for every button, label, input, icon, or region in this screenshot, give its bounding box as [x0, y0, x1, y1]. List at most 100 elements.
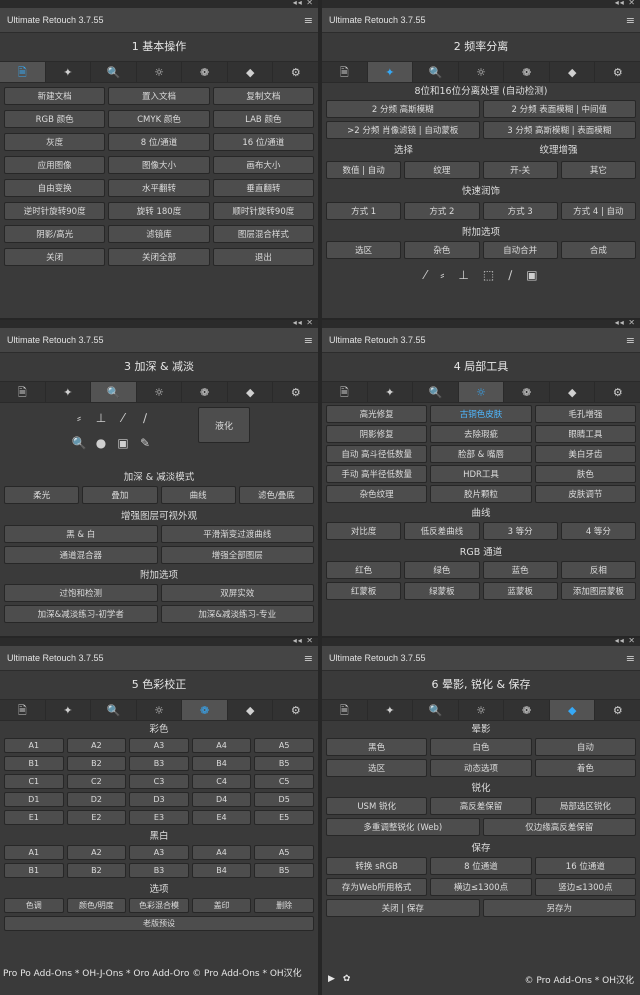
tab-document[interactable]: 🗎: [322, 700, 368, 720]
action-button[interactable]: 关闭 | 保存: [326, 899, 480, 917]
action-button[interactable]: CMYK 颜色: [108, 110, 210, 128]
action-button[interactable]: 添加图层蒙板: [560, 582, 636, 600]
action-button[interactable]: 低反差曲线: [404, 522, 480, 540]
action-button[interactable]: 置入文档: [108, 87, 210, 105]
action-button[interactable]: A4: [191, 738, 252, 753]
tab-document[interactable]: 🗎: [322, 382, 368, 402]
panel-menu-icon[interactable]: ≡: [626, 335, 635, 346]
action-button[interactable]: LAB 颜色: [212, 110, 314, 128]
action-button[interactable]: 叠加: [82, 486, 158, 504]
action-button[interactable]: 3 分频 高斯模糊 | 表面模糊: [482, 121, 636, 139]
action-button[interactable]: B3: [129, 756, 189, 771]
action-button[interactable]: D1: [4, 792, 64, 807]
tab-document[interactable]: 🗎: [0, 382, 46, 402]
action-button[interactable]: 黑色: [326, 738, 428, 756]
tab-magnifier[interactable]: 🔍: [413, 382, 459, 402]
tab-magnifier[interactable]: 🔍: [413, 62, 459, 82]
action-button[interactable]: 方式 4 | 自动: [560, 202, 636, 220]
tab-sparkle[interactable]: ✦: [46, 62, 92, 82]
collapse-control[interactable]: ◂◂ ✕: [615, 320, 636, 327]
tab-color-circles[interactable]: ❁: [182, 62, 228, 82]
action-button[interactable]: 阴影修复: [326, 425, 428, 443]
action-button[interactable]: D2: [66, 792, 127, 807]
panel-menu-icon[interactable]: ≡: [626, 653, 635, 664]
action-button[interactable]: 水平翻转: [108, 179, 210, 197]
action-button[interactable]: A4: [191, 845, 252, 860]
action-button[interactable]: 动态选项: [430, 759, 532, 777]
action-button[interactable]: 绿色: [404, 561, 480, 579]
collapse-control[interactable]: ◂◂ ✕: [293, 320, 314, 327]
pen-icon[interactable]: ∕: [508, 268, 512, 282]
chip-icon[interactable]: ▣: [526, 268, 537, 282]
panel-menu-icon[interactable]: ≡: [304, 653, 313, 664]
action-button[interactable]: 色调: [4, 898, 64, 913]
action-button[interactable]: E1: [4, 810, 64, 825]
brushes-icon[interactable]: ⸗: [440, 268, 444, 282]
action-button[interactable]: 肤色: [534, 465, 636, 483]
action-button[interactable]: 盖印: [191, 898, 252, 913]
action-button[interactable]: A1: [4, 738, 64, 753]
action-button[interactable]: 杂色: [404, 241, 480, 259]
collapse-control[interactable]: ◂◂ ✕: [615, 638, 636, 645]
action-button[interactable]: 图层混合样式: [212, 225, 314, 243]
action-button[interactable]: 4 等分: [560, 522, 636, 540]
action-button[interactable]: B4: [191, 756, 252, 771]
action-button[interactable]: 删除: [254, 898, 314, 913]
tab-diamond[interactable]: ◆: [228, 700, 274, 720]
action-button[interactable]: A5: [254, 845, 314, 860]
action-button[interactable]: 手动 高半径低数量: [326, 465, 428, 483]
tab-gear[interactable]: ⚙: [595, 382, 640, 402]
action-button[interactable]: 8 位通道: [430, 857, 532, 875]
action-button[interactable]: A3: [129, 738, 189, 753]
tab-sun[interactable]: ☼: [137, 62, 183, 82]
action-button[interactable]: 脸部 & 嘴唇: [430, 445, 532, 463]
action-button[interactable]: 绿蒙板: [404, 582, 480, 600]
action-button[interactable]: C1: [4, 774, 64, 789]
action-button[interactable]: D4: [191, 792, 252, 807]
action-button[interactable]: E4: [191, 810, 252, 825]
action-button[interactable]: 画布大小: [212, 156, 314, 174]
action-button[interactable]: 8 位/通道: [108, 133, 210, 151]
tab-sparkle[interactable]: ✦: [46, 382, 92, 402]
settings-wheel-icon[interactable]: ✿: [343, 974, 351, 984]
tab-color-circles[interactable]: ❁: [182, 700, 228, 720]
action-button[interactable]: 横边≤1300点: [430, 878, 532, 896]
action-button[interactable]: 蓝蒙板: [482, 582, 558, 600]
tab-document[interactable]: 🗎: [0, 62, 46, 82]
action-button[interactable]: 2 分频 表面模糊 | 中间值: [482, 100, 636, 118]
action-button[interactable]: C4: [191, 774, 252, 789]
panel-menu-icon[interactable]: ≡: [304, 15, 313, 26]
action-button[interactable]: 红色: [326, 561, 402, 579]
action-button[interactable]: 老版预设: [4, 916, 314, 931]
play-icon[interactable]: ▶: [328, 974, 335, 984]
tab-sun[interactable]: ☼: [458, 382, 505, 402]
action-button[interactable]: 增强全部图层: [160, 546, 314, 564]
action-button[interactable]: 旋转 180度: [108, 202, 210, 220]
action-button[interactable]: 退出: [212, 248, 314, 266]
action-button[interactable]: A1: [4, 845, 64, 860]
pen-icon[interactable]: ∕: [134, 411, 156, 436]
action-button[interactable]: 2 分频 高斯模糊: [326, 100, 480, 118]
patch-icon[interactable]: ⬚: [483, 268, 494, 282]
action-button[interactable]: 高反差保留: [430, 797, 532, 815]
action-button[interactable]: 阴影/高光: [4, 225, 106, 243]
action-button[interactable]: RGB 颜色: [4, 110, 106, 128]
action-button[interactable]: 多重调整锐化 (Web): [326, 818, 480, 836]
tab-diamond[interactable]: ◆: [228, 382, 274, 402]
tab-magnifier[interactable]: 🔍: [91, 62, 137, 82]
action-button[interactable]: 滤镜库: [108, 225, 210, 243]
tab-sparkle[interactable]: ✦: [368, 382, 414, 402]
action-button[interactable]: 仅边缘高反差保留: [482, 818, 636, 836]
action-button[interactable]: E2: [66, 810, 127, 825]
action-button[interactable]: A5: [254, 738, 314, 753]
stamp-icon[interactable]: ⊥: [90, 411, 112, 436]
blob-icon[interactable]: ●: [90, 436, 112, 461]
action-button[interactable]: 胶片颗粒: [430, 485, 532, 503]
action-button[interactable]: 通道混合器: [4, 546, 158, 564]
action-button[interactable]: 合成: [560, 241, 636, 259]
action-button[interactable]: 红蒙板: [326, 582, 402, 600]
tab-gear[interactable]: ⚙: [595, 62, 640, 82]
collapse-control[interactable]: ◂◂ ✕: [293, 0, 314, 7]
action-button[interactable]: 16 位/通道: [212, 133, 314, 151]
brush-icon[interactable]: ⁄: [424, 268, 426, 282]
